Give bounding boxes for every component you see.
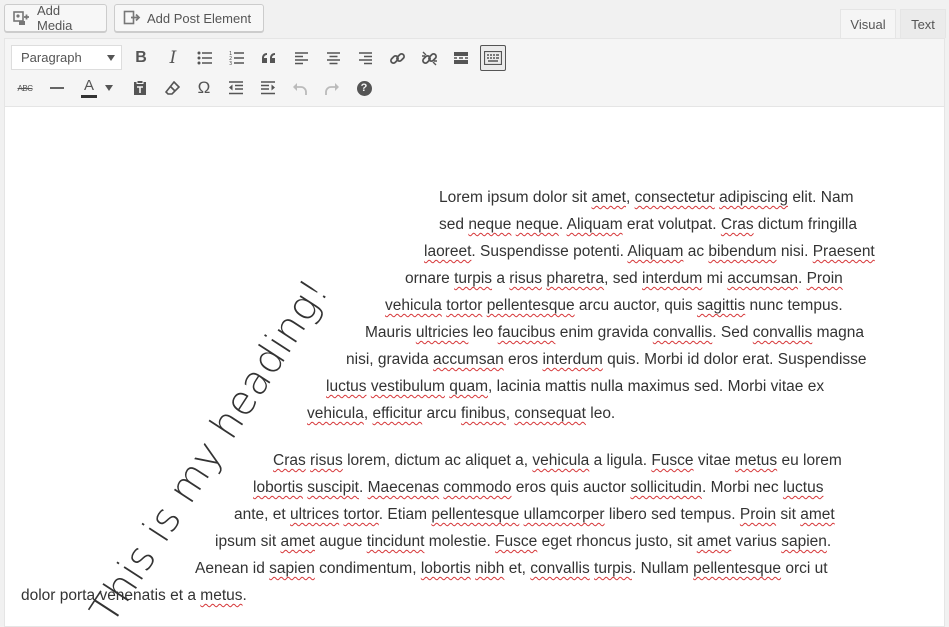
eraser-icon <box>164 80 180 95</box>
strikethrough-button[interactable]: ABC <box>12 75 38 101</box>
format-select[interactable]: Paragraph <box>11 45 122 70</box>
editor-content[interactable]: This is my heading! Lorem ipsum dolor si… <box>5 106 944 626</box>
undo-button[interactable] <box>287 75 313 101</box>
editor-area: Paragraph B I 123 ABC A Ω ? This is my h… <box>4 38 945 627</box>
omega-icon: Ω <box>197 78 211 97</box>
p1-line: laoreet. Suspendisse potenti. Aliquam ac… <box>424 243 875 260</box>
chevron-down-icon <box>105 85 113 91</box>
numbered-list-icon: 123 <box>229 51 244 65</box>
insert-link-button[interactable] <box>384 45 410 71</box>
help-icon: ? <box>356 80 372 96</box>
italic-icon: I <box>169 48 177 68</box>
p1-line: Mauris ultricies leo faucibus enim gravi… <box>365 324 864 341</box>
paste-as-text-button[interactable] <box>127 75 153 101</box>
tab-text[interactable]: Text <box>900 9 946 38</box>
horizontal-line-button[interactable] <box>44 75 70 101</box>
indent-icon <box>261 81 275 95</box>
align-right-button[interactable] <box>352 45 378 71</box>
keyboard-shortcuts-button[interactable]: ? <box>351 75 377 101</box>
add-post-element-button[interactable]: Add Post Element <box>114 4 264 32</box>
add-media-label: Add Media <box>37 3 73 33</box>
redo-icon <box>325 82 339 95</box>
p2-line: dolor porta venenatis et a metus. <box>21 587 247 604</box>
p1-line: ornare turpis a risus pharetra, sed inte… <box>405 270 843 287</box>
text-color-dropdown[interactable] <box>102 75 116 101</box>
tab-visual[interactable]: Visual <box>840 9 896 38</box>
numbered-list-button[interactable]: 123 <box>224 45 250 71</box>
read-more-button[interactable] <box>448 45 474 71</box>
add-post-element-icon <box>123 9 141 27</box>
italic-button[interactable]: I <box>160 45 186 71</box>
bulleted-list-icon <box>197 51 212 65</box>
p1-line: Lorem ipsum dolor sit amet, consectetur … <box>439 189 854 206</box>
toolbar-toggle-button[interactable] <box>480 45 506 71</box>
align-center-button[interactable] <box>320 45 346 71</box>
undo-icon <box>293 82 307 95</box>
p1-line: vehicula tortor pellentesque arcu auctor… <box>385 297 843 314</box>
format-select-value: Paragraph <box>21 50 82 65</box>
add-media-icon <box>13 9 31 27</box>
bold-icon: B <box>135 49 147 66</box>
bulleted-list-button[interactable] <box>192 45 218 71</box>
add-post-element-label: Add Post Element <box>147 10 252 26</box>
svg-text:3: 3 <box>229 61 232 65</box>
unlink-icon <box>421 51 437 65</box>
horizontal-line-icon <box>50 87 64 89</box>
p2-line: ante, et ultrices tortor. Etiam pellente… <box>234 506 835 523</box>
clipboard-icon <box>134 80 146 95</box>
p2-line: Aenean id sapien condimentum, lobortis n… <box>195 560 828 577</box>
p2-line: ipsum sit amet augue tincidunt molestie.… <box>215 533 832 550</box>
p2-line: Cras risus lorem, dictum ac aliquet a, v… <box>273 452 842 469</box>
bold-button[interactable]: B <box>128 45 154 71</box>
keyboard-icon <box>484 51 502 65</box>
editor-toolbar: Paragraph B I 123 ABC A Ω ? <box>5 39 944 107</box>
strikethrough-icon: ABC <box>17 83 33 93</box>
align-left-button[interactable] <box>288 45 314 71</box>
remove-link-button[interactable] <box>416 45 442 71</box>
increase-indent-button[interactable] <box>255 75 281 101</box>
add-media-button[interactable]: Add Media <box>4 3 107 33</box>
media-buttons-bar: Add Media Add Post Element Visual Text <box>0 0 949 38</box>
text-color-swatch <box>81 94 97 98</box>
clear-formatting-button[interactable] <box>159 75 185 101</box>
p1-line: vehicula, efficitur arcu finibus, conseq… <box>307 405 616 422</box>
p1-line: nisi, gravida accumsan eros interdum qui… <box>346 351 867 368</box>
outdent-icon <box>229 81 243 95</box>
blockquote-button[interactable] <box>256 45 282 71</box>
chevron-down-icon <box>107 55 115 61</box>
align-center-icon <box>326 52 340 65</box>
redo-button[interactable] <box>319 75 345 101</box>
decrease-indent-button[interactable] <box>223 75 249 101</box>
link-icon <box>389 52 405 64</box>
align-left-icon <box>294 52 308 65</box>
p1-line: luctus vestibulum quam, lacinia mattis n… <box>326 378 825 395</box>
read-more-icon <box>454 52 468 64</box>
special-character-button[interactable]: Ω <box>191 75 217 101</box>
text-color-icon: A <box>83 76 94 94</box>
blockquote-icon <box>262 53 275 63</box>
p1-line: sed neque neque. Aliquam erat volutpat. … <box>439 216 857 233</box>
text-color-button[interactable]: A <box>76 75 102 101</box>
p2-line: lobortis suscipit. Maecenas commodo eros… <box>253 479 824 496</box>
align-right-icon <box>358 52 372 65</box>
